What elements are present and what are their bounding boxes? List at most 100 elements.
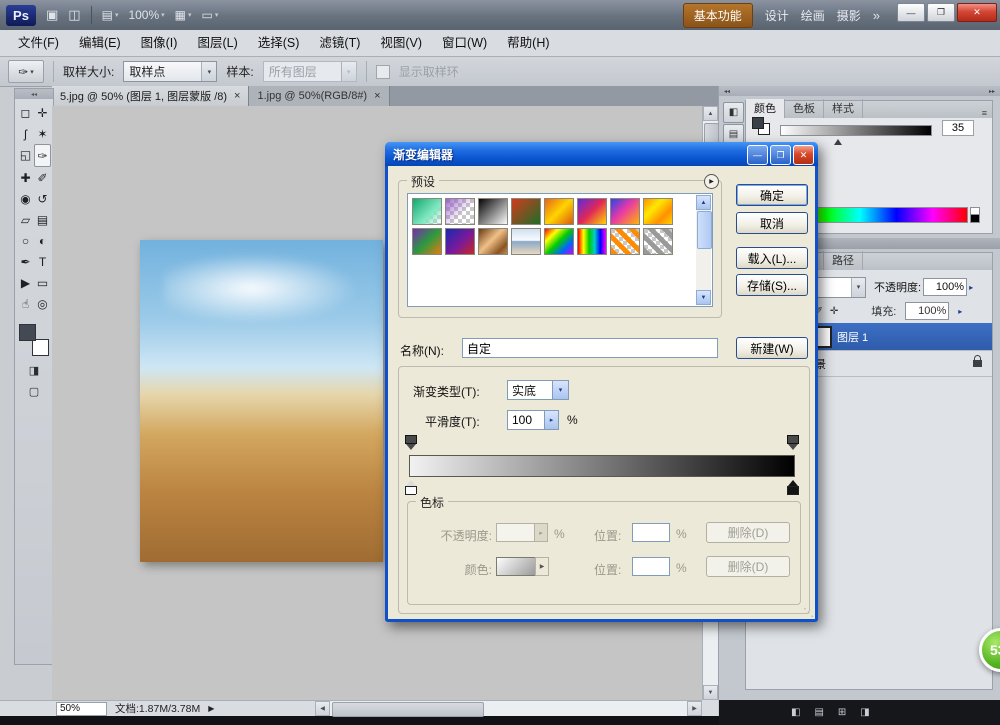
quick-mask-button[interactable]: ◨ xyxy=(15,364,53,377)
lock-position-icon[interactable]: ✛ xyxy=(830,306,838,317)
screen-mode-dropdown[interactable]: ▭▾ xyxy=(202,8,219,22)
menu-image[interactable]: 图像(I) xyxy=(131,30,188,56)
tool-eraser[interactable]: ▱ xyxy=(17,209,34,230)
gradient-preset[interactable] xyxy=(544,228,574,255)
gradient-preset[interactable] xyxy=(478,228,508,255)
workspace-overflow-chevron[interactable]: » xyxy=(873,8,880,23)
scroll-right-arrow[interactable]: ▶ xyxy=(687,701,702,716)
gradient-preset[interactable] xyxy=(445,228,475,255)
gradient-preset[interactable] xyxy=(544,198,574,225)
scroll-left-arrow[interactable]: ◀ xyxy=(315,701,330,716)
presets-scrollbar[interactable]: ▲ ▼ xyxy=(696,195,711,305)
dialog-close-button[interactable]: ✕ xyxy=(793,145,814,165)
color-stop-right[interactable] xyxy=(787,486,799,495)
menu-filter[interactable]: 滤镜(T) xyxy=(309,30,370,56)
tool-zoom[interactable]: ◎ xyxy=(34,293,51,314)
tool-preset-dropdown[interactable]: ✑▾ xyxy=(8,60,44,83)
gradient-preset[interactable] xyxy=(511,198,541,225)
gradient-preview-bar[interactable] xyxy=(409,455,795,477)
gradient-preset[interactable] xyxy=(577,228,607,255)
bridge-icon[interactable]: ▣ xyxy=(46,7,58,23)
document-image[interactable] xyxy=(140,240,383,562)
layer-name[interactable]: 图层 1 xyxy=(837,329,868,345)
menu-layer[interactable]: 图层(L) xyxy=(187,30,247,56)
close-tab-icon[interactable]: × xyxy=(374,90,380,102)
delete-opacity-stop-button[interactable]: 删除(D) xyxy=(706,522,790,543)
gradient-preset[interactable] xyxy=(412,228,442,255)
new-button[interactable]: 新建(W) xyxy=(736,337,808,359)
gradient-preset[interactable] xyxy=(643,198,673,225)
gradient-preset[interactable] xyxy=(610,228,640,255)
opacity-stop-left[interactable] xyxy=(405,435,417,444)
menu-help[interactable]: 帮助(H) xyxy=(497,30,559,56)
tool-history-brush[interactable]: ↺ xyxy=(34,188,51,209)
restore-button[interactable]: ❐ xyxy=(927,3,955,22)
workspace-photography[interactable]: 摄影 xyxy=(837,7,861,24)
tray-icon[interactable]: ⊞ xyxy=(838,707,846,718)
tool-brush[interactable]: ✐ xyxy=(34,167,51,188)
stop-color-swatch[interactable] xyxy=(496,557,536,576)
dock-icon-swatches[interactable]: ◧ xyxy=(723,102,744,123)
gradient-preset[interactable] xyxy=(478,198,508,225)
load-button[interactable]: 载入(L)... xyxy=(736,247,808,269)
dialog-restore-button[interactable]: ❐ xyxy=(770,145,791,165)
gradient-name-input[interactable] xyxy=(462,338,718,358)
slider-handle[interactable] xyxy=(834,135,842,145)
menu-file[interactable]: 文件(F) xyxy=(8,30,69,56)
tool-healing-brush[interactable]: ✚ xyxy=(17,167,34,188)
tray-icon[interactable]: ◨ xyxy=(860,707,869,718)
horizontal-scroll-thumb[interactable] xyxy=(332,702,484,717)
scroll-up-arrow[interactable]: ▲ xyxy=(696,195,711,210)
color-menu-arrow-icon[interactable]: ▶ xyxy=(535,557,549,576)
scroll-down-arrow[interactable]: ▼ xyxy=(696,290,711,305)
resize-grip-icon[interactable]: ⋱ xyxy=(803,606,814,619)
black-swatch[interactable] xyxy=(970,214,980,223)
collapse-panels-icon[interactable]: ◂◂ xyxy=(724,88,730,95)
zoom-level-control[interactable]: 100%▾ xyxy=(128,8,164,22)
arrange-documents-dropdown[interactable]: ▦▾ xyxy=(175,8,192,22)
tool-crop[interactable]: ◱ xyxy=(17,144,34,165)
tool-rectangular-marquee[interactable]: ◻ xyxy=(17,102,34,123)
tool-gradient[interactable]: ▤ xyxy=(34,209,51,230)
tray-icon[interactable]: ▤ xyxy=(814,707,823,718)
fill-value[interactable]: 100% xyxy=(905,302,949,320)
workspace-design[interactable]: 设计 xyxy=(765,7,789,24)
stop-location-input[interactable] xyxy=(632,557,670,576)
tray-icon[interactable]: ◧ xyxy=(791,707,800,718)
toolbox-collapse-handle[interactable]: ◂◂ xyxy=(15,89,53,99)
workspace-essentials[interactable]: 基本功能 xyxy=(683,3,753,28)
tab-swatches[interactable]: 色板 xyxy=(785,99,824,118)
gradient-preset[interactable] xyxy=(511,228,541,255)
menu-edit[interactable]: 编辑(E) xyxy=(69,30,131,56)
tab-styles[interactable]: 样式 xyxy=(824,99,863,118)
minimize-button[interactable]: — xyxy=(897,3,925,22)
document-tab-5jpg[interactable]: 5.jpg @ 50% (图层 1, 图层蒙版 /8)× xyxy=(52,86,249,106)
tool-magic-wand[interactable]: ✶ xyxy=(34,123,51,144)
spinner-arrow-icon[interactable]: ▸ xyxy=(958,307,962,316)
tab-color[interactable]: 颜色 xyxy=(746,99,785,118)
menu-window[interactable]: 窗口(W) xyxy=(432,30,497,56)
opacity-value[interactable]: 100% xyxy=(923,278,967,296)
background-color-swatch[interactable] xyxy=(32,339,49,356)
save-button[interactable]: 存储(S)... xyxy=(736,274,808,296)
status-options-arrow[interactable]: ▶ xyxy=(208,704,214,713)
view-extras-dropdown[interactable]: ▤▾ xyxy=(102,8,119,22)
ok-button[interactable]: 确定 xyxy=(736,184,808,206)
expand-panels-icon[interactable]: ▸▸ xyxy=(989,88,995,95)
panel-menu-icon[interactable]: ≡ xyxy=(977,108,992,118)
gradient-preset[interactable] xyxy=(643,228,673,255)
tool-hand[interactable]: ☝ xyxy=(17,293,34,314)
screen-mode-button[interactable]: ▢ xyxy=(15,385,53,398)
foreground-color-swatch[interactable] xyxy=(19,324,36,341)
color-panel-swatch-icon[interactable] xyxy=(752,117,770,135)
presets-menu-button[interactable]: ▶ xyxy=(704,174,719,189)
ps-logo-icon[interactable]: Ps xyxy=(6,5,36,26)
cancel-button[interactable]: 取消 xyxy=(736,212,808,234)
opacity-stop-right[interactable] xyxy=(787,435,799,444)
scroll-thumb[interactable] xyxy=(697,211,712,249)
menu-view[interactable]: 视图(V) xyxy=(370,30,432,56)
dialog-minimize-button[interactable]: — xyxy=(747,145,768,165)
tool-shape[interactable]: ▭ xyxy=(34,272,51,293)
tool-move[interactable]: ✛ xyxy=(34,102,51,123)
close-button[interactable]: ✕ xyxy=(957,3,997,22)
